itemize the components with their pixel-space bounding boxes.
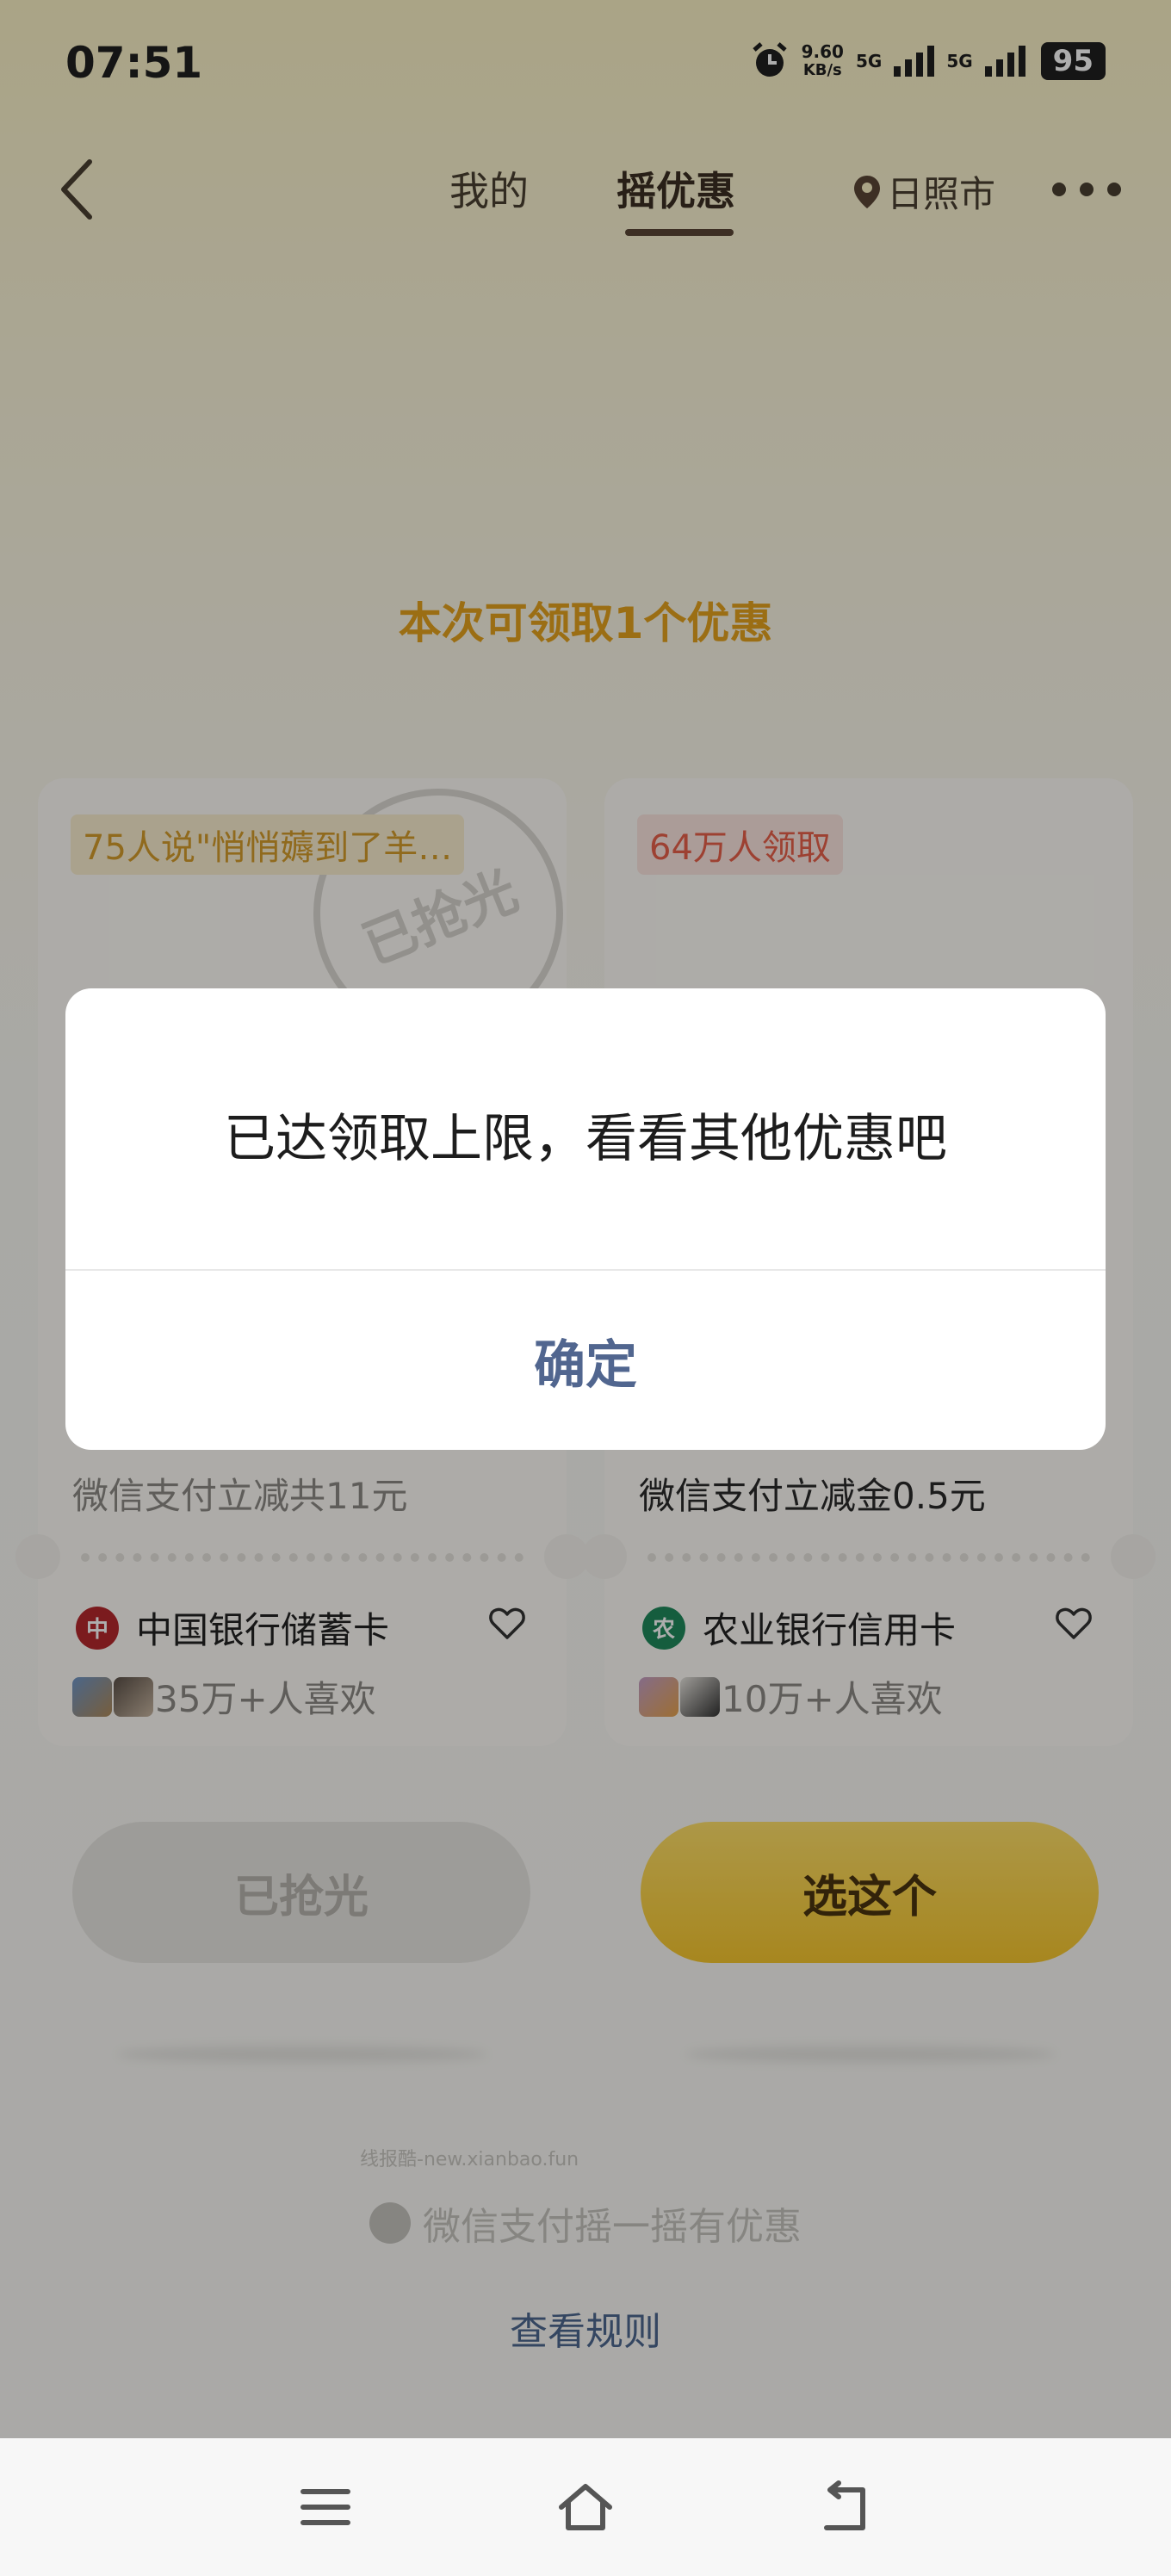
limit-reached-dialog: 已达领取上限，看看其他优惠吧 确定 (65, 988, 1106, 1450)
menu-icon[interactable] (294, 2476, 356, 2538)
dialog-message: 已达领取上限，看看其他优惠吧 (224, 1109, 947, 1169)
back-nav-icon[interactable] (815, 2476, 877, 2538)
system-navigation-bar (0, 2438, 1171, 2576)
confirm-button[interactable]: 确定 (65, 1271, 1106, 1450)
home-icon[interactable] (555, 2476, 616, 2538)
